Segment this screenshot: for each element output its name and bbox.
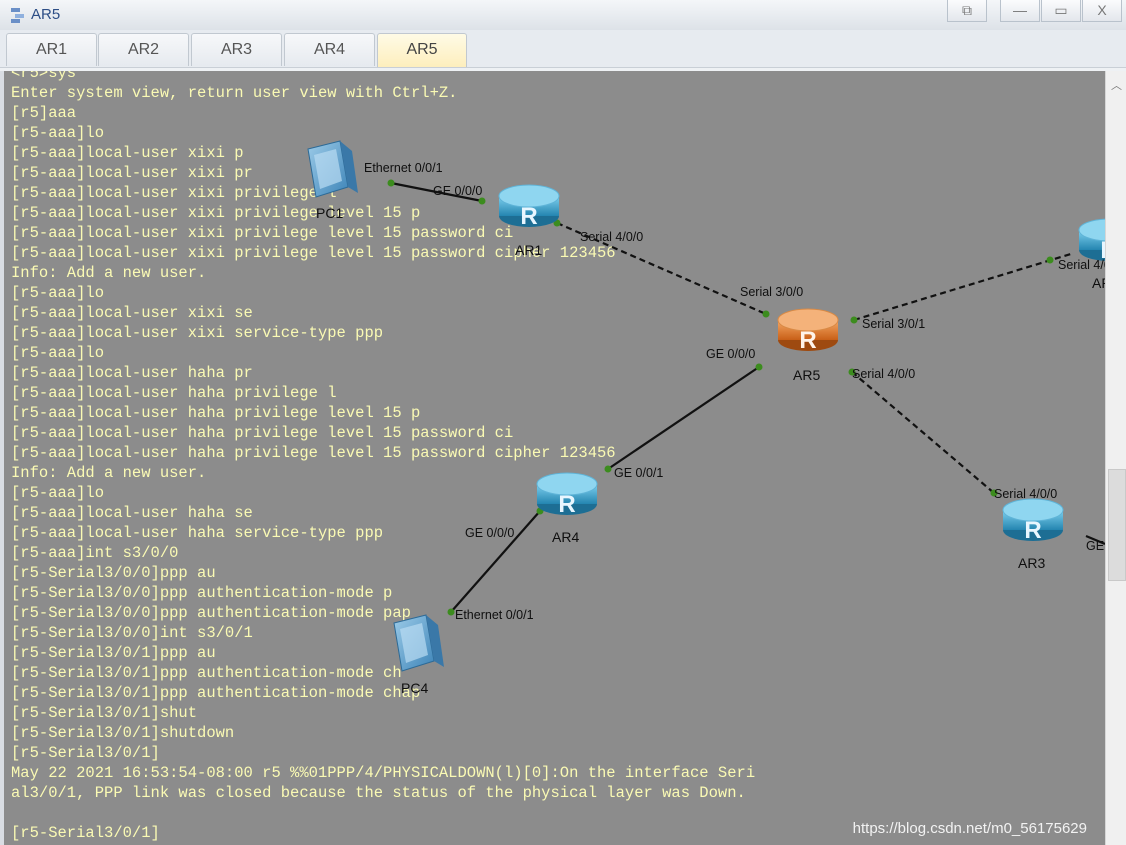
port-label-ar4-ge1: GE 0/0/1 <box>614 466 663 480</box>
pc1-label: PC1 <box>316 205 343 221</box>
pc1-icon[interactable] <box>307 140 359 198</box>
pc4-label: PC4 <box>401 680 428 696</box>
tab-ar3[interactable]: AR3 <box>191 33 282 66</box>
maximize-button[interactable]: ▭ <box>1041 0 1081 22</box>
ar3-label: AR3 <box>1018 555 1045 571</box>
port-label-ar5-ge: GE 0/0/0 <box>706 347 755 361</box>
router-ar4[interactable] <box>536 472 598 519</box>
ar4-label: AR4 <box>552 529 579 545</box>
router-ar1[interactable] <box>498 184 560 231</box>
scrollbar-thumb[interactable] <box>1108 469 1126 581</box>
tab-ar1[interactable]: AR1 <box>6 33 97 66</box>
router-ar5[interactable] <box>777 308 839 355</box>
link-ar5-ar4 <box>607 366 760 470</box>
port-label-pc4-eth: Ethernet 0/0/1 <box>455 608 534 622</box>
port-label-ar4-ge0: GE 0/0/0 <box>465 526 514 540</box>
tab-ar4[interactable]: AR4 <box>284 33 375 66</box>
pc4-icon[interactable] <box>393 614 445 672</box>
ar1-label: AR1 <box>515 242 542 258</box>
router-ar3[interactable] <box>1002 498 1064 545</box>
tab-ar5[interactable]: AR5 <box>377 33 467 68</box>
port-label-ar1-serial: Serial 4/0/0 <box>580 230 643 244</box>
vertical-scrollbar[interactable]: ︿ <box>1105 71 1126 845</box>
ar5-label: AR5 <box>793 367 820 383</box>
tab-bar: AR1 AR2 AR3 AR4 AR5 <box>0 30 1126 68</box>
port-label-ar5-s301: Serial 3/0/1 <box>862 317 925 331</box>
port-label-ar5-s300: Serial 3/0/0 <box>740 285 803 299</box>
port-label-ar5-s400: Serial 4/0/0 <box>852 367 915 381</box>
scroll-up-arrow-icon[interactable]: ︿ <box>1111 77 1122 93</box>
link-ar5-ar3 <box>851 371 995 494</box>
port-label-ar3-serial: Serial 4/0/0 <box>994 487 1057 501</box>
link-ar5-ar2 <box>853 251 1075 322</box>
ar2-label: AR2 <box>1092 275 1105 291</box>
port-label-pc1-eth: Ethernet 0/0/1 <box>364 161 443 175</box>
link-endpoints <box>387 179 1054 616</box>
app-icon <box>11 8 24 23</box>
port-label-ar1-ge: GE 0/0/0 <box>433 184 482 198</box>
watermark: https://blog.csdn.net/m0_56175629 <box>852 820 1087 837</box>
title-bar: AR5 ⧉ — ▭ X <box>0 0 1126 31</box>
console-window[interactable]: <r5>sys Enter system view, return user vi… <box>4 71 1105 845</box>
port-label-ar3-ge: GE 0/0 <box>1086 539 1105 553</box>
window-title: AR5 <box>31 6 61 23</box>
minimize-button[interactable]: — <box>1000 0 1040 22</box>
topology-diagram: R R <box>307 140 1105 696</box>
tab-ar2[interactable]: AR2 <box>98 33 189 66</box>
port-label-ar2-serial: Serial 4/0/0 <box>1058 258 1105 272</box>
restore-window-button[interactable]: ⧉ <box>947 0 987 22</box>
close-button[interactable]: X <box>1082 0 1122 22</box>
